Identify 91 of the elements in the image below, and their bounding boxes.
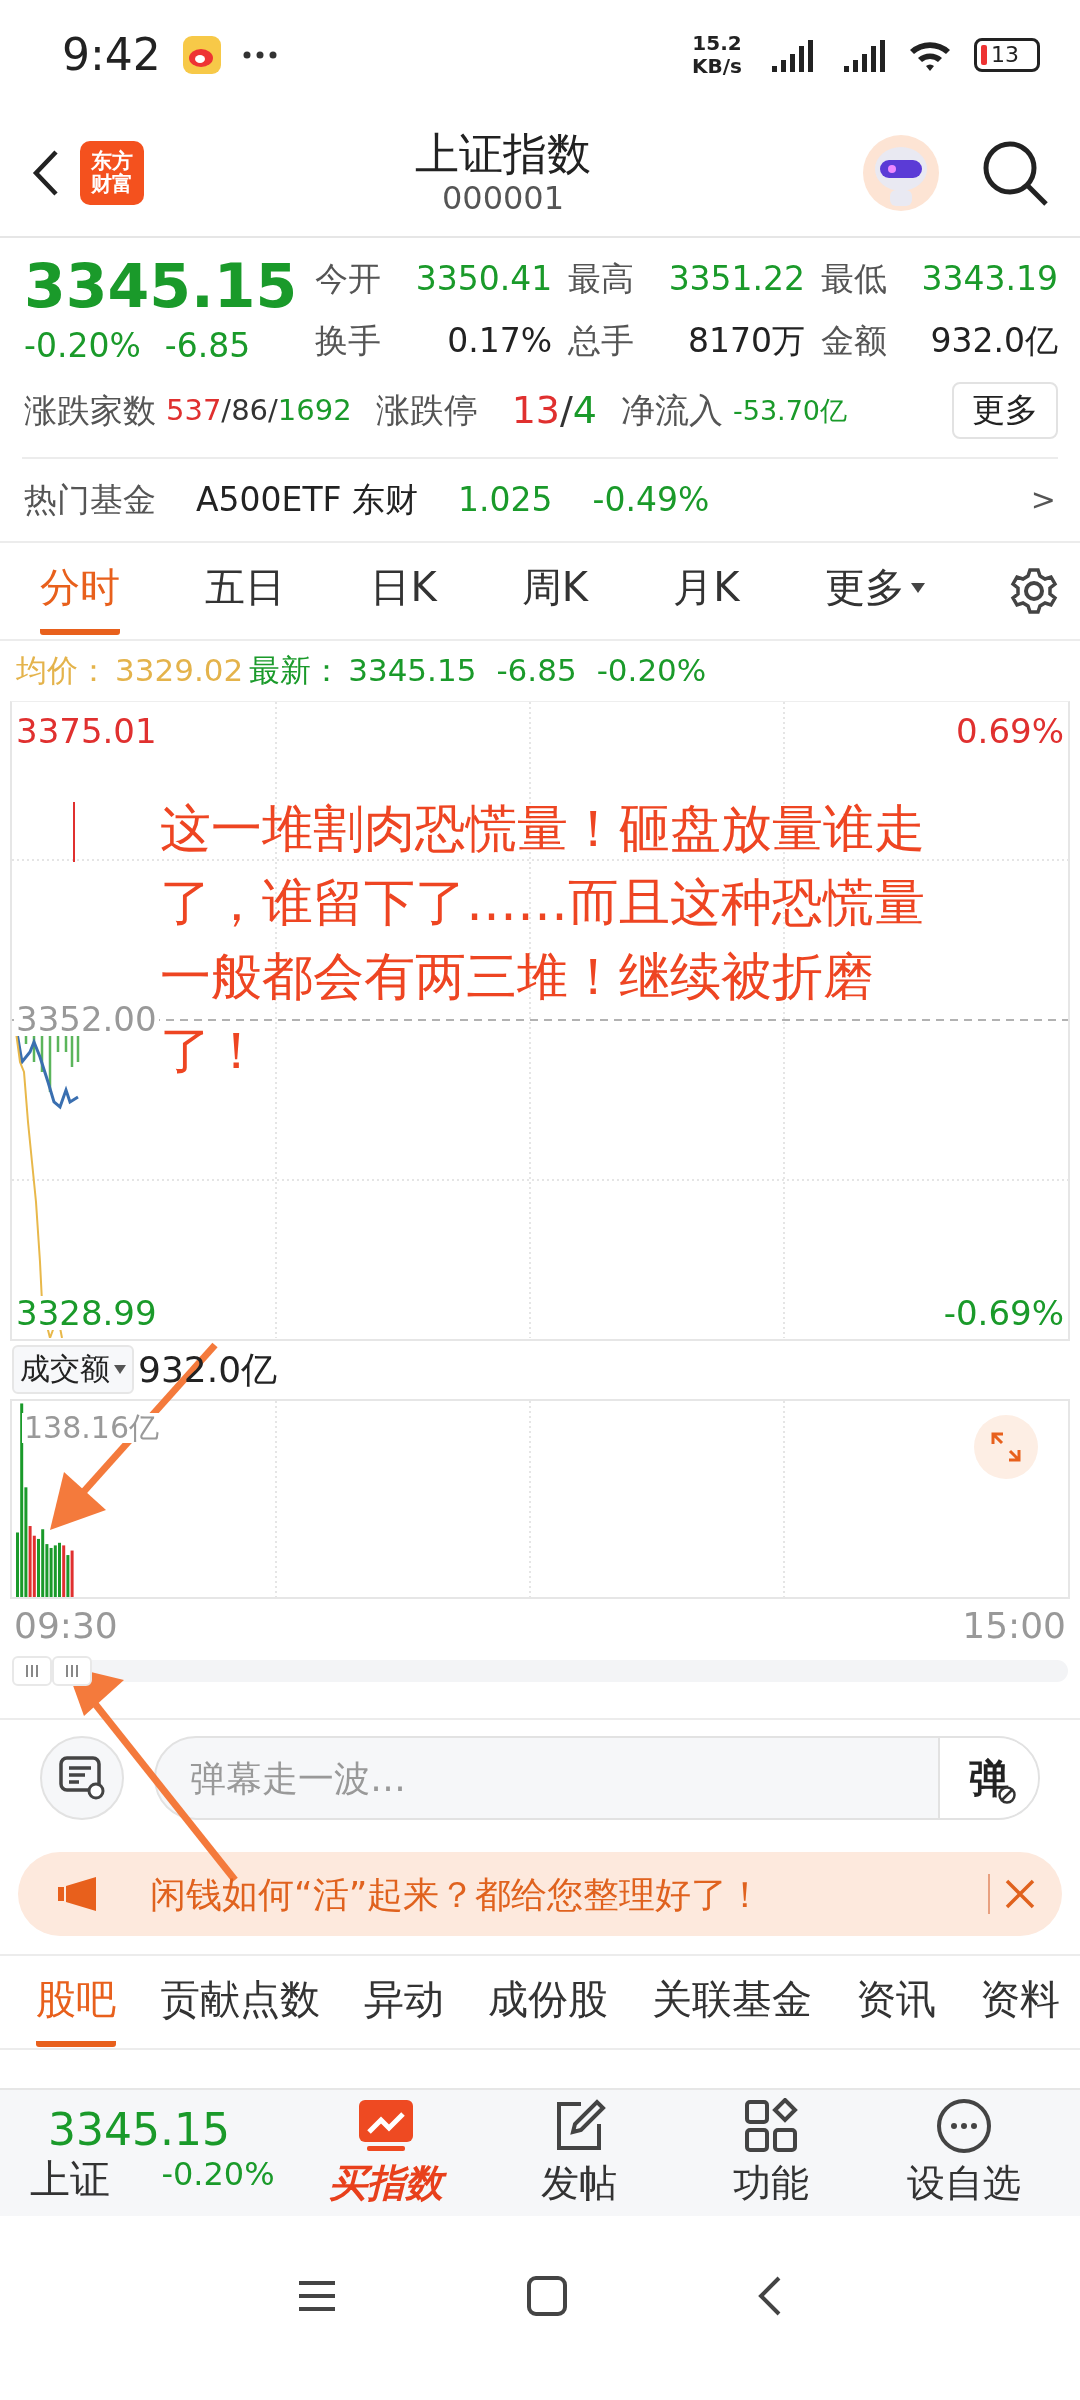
- forum-tab[interactable]: 异动: [364, 1957, 444, 2047]
- limit-up-count: 13: [511, 389, 560, 433]
- net-inflow-label: 净流入: [621, 391, 723, 431]
- index-name: 上证: [30, 2155, 111, 2202]
- average-price: 3329.02: [115, 653, 244, 689]
- scroll-handle[interactable]: [52, 1656, 92, 1687]
- axis-label: 138.16亿: [22, 1412, 161, 1443]
- more-icon: [935, 2097, 992, 2154]
- toolbar-button[interactable]: 发帖: [482, 2096, 675, 2210]
- network-speed-unit: KB/s: [692, 55, 742, 78]
- toolbar-button[interactable]: 买指数: [290, 2096, 483, 2210]
- page-title: 上证指数: [415, 129, 591, 180]
- chart-tab[interactable]: 周K: [521, 546, 589, 636]
- stat-label: 换手: [315, 322, 382, 361]
- menu-icon[interactable]: [297, 2280, 337, 2313]
- separator: /: [268, 394, 278, 428]
- back-icon[interactable]: [30, 148, 60, 198]
- battery-fill: [981, 45, 987, 65]
- latest-label: 最新：: [249, 653, 343, 689]
- close-button[interactable]: [988, 1874, 1036, 1915]
- app-notification-icon: [182, 36, 221, 74]
- forum-tab[interactable]: 贡献点数: [160, 1957, 320, 2047]
- annotation-text: 这一堆割肉恐慌量！砸盘放量谁走了，谁留下了……而且这种恐慌量一般都会有两三堆！继续被折磨了！: [160, 797, 926, 1082]
- stat-label: 最低: [821, 260, 888, 298]
- apps-icon: [743, 2097, 800, 2154]
- chart-tab[interactable]: 更多: [824, 546, 925, 636]
- network-speed: 15.2: [692, 32, 742, 55]
- stat-value: 3351.22: [668, 260, 806, 298]
- chart-trend-icon: [357, 2097, 416, 2154]
- net-inflow-value: -53.70亿: [733, 395, 848, 427]
- fund-price: 1.025: [458, 480, 553, 519]
- limit-down-count: 4: [572, 389, 597, 433]
- stat-value: 3350.41: [415, 260, 553, 298]
- chart-tab[interactable]: 日K: [370, 546, 437, 636]
- chart-tab[interactable]: 五日: [205, 546, 286, 636]
- stat-label: 总手: [568, 322, 635, 361]
- danmaku-settings-icon: [58, 1755, 106, 1802]
- expand-icon: [991, 1431, 1021, 1462]
- send-danmaku-button[interactable]: 弹: [938, 1738, 1038, 1819]
- back-icon[interactable]: [757, 2276, 783, 2317]
- forum-tab[interactable]: 关联基金: [652, 1957, 812, 2047]
- app-logo: 东方 财富: [80, 141, 144, 205]
- stat-value: 8170万: [688, 322, 806, 361]
- danmaku-input[interactable]: 弹幕走一波… 弹: [154, 1736, 1040, 1821]
- latest-percent: -0.20%: [596, 653, 707, 689]
- separator: /: [560, 389, 573, 433]
- home-icon[interactable]: [527, 2276, 567, 2317]
- latest-change: -6.85: [496, 653, 577, 689]
- change-percent: -0.20%: [24, 327, 141, 365]
- toolbar-button[interactable]: 功能: [675, 2096, 868, 2210]
- unchanged-count: 86: [231, 394, 269, 428]
- fund-name: A500ETF 东财: [196, 480, 419, 519]
- limit-label: 涨跌停: [375, 391, 478, 431]
- settings-icon[interactable]: [1009, 566, 1058, 615]
- forum-tab[interactable]: 资料: [980, 1957, 1060, 2047]
- latest-price: 3345.15: [348, 653, 477, 689]
- chart-tab[interactable]: 月K: [673, 546, 740, 636]
- promo-text: 闲钱如何“活”起来？都给您整理好了！: [150, 1873, 764, 1915]
- decliners-count: 1692: [277, 394, 352, 428]
- stat-value: 3343.19: [921, 260, 1058, 298]
- chevron-link[interactable]: >: [1030, 482, 1056, 518]
- clock-time: 9:42: [62, 29, 161, 81]
- stat-value: 0.17%: [447, 322, 553, 361]
- stat-value: 932.0亿: [930, 322, 1058, 361]
- more-button[interactable]: 更多: [952, 382, 1058, 440]
- separator: /: [221, 394, 232, 428]
- volume-selector[interactable]: 成交额: [12, 1345, 134, 1395]
- index-change: -0.20%: [161, 2155, 276, 2195]
- average-price-label: 均价：: [16, 653, 109, 689]
- current-price: 3345.15: [24, 252, 298, 321]
- stat-label: 今开: [315, 260, 382, 298]
- scroll-handle[interactable]: [12, 1656, 52, 1687]
- toolbar-button[interactable]: 设自选: [867, 2096, 1060, 2210]
- fund-change: -0.49%: [592, 480, 710, 519]
- stat-label: 最高: [568, 260, 635, 298]
- close-icon: [1004, 1878, 1036, 1911]
- change-value: -6.85: [164, 327, 251, 365]
- stock-code: 000001: [441, 179, 565, 217]
- caret-icon: [114, 1365, 126, 1375]
- axis-label: 09:30: [14, 1604, 118, 1647]
- axis-label: 15:00: [962, 1604, 1066, 1647]
- index-price: 3345.15: [47, 2105, 231, 2156]
- robot-avatar-icon[interactable]: [862, 134, 940, 212]
- battery-level: 13: [991, 42, 1019, 68]
- stat-label: 金额: [821, 322, 888, 361]
- breadth-label: 涨跌家数: [24, 391, 156, 430]
- more-notifications-icon: [242, 51, 277, 59]
- hot-fund-label: 热门基金: [24, 480, 156, 519]
- forum-tab[interactable]: 资讯: [856, 1957, 936, 2047]
- advancers-count: 537: [166, 394, 222, 428]
- forum-tab[interactable]: 成份股: [488, 1957, 608, 2047]
